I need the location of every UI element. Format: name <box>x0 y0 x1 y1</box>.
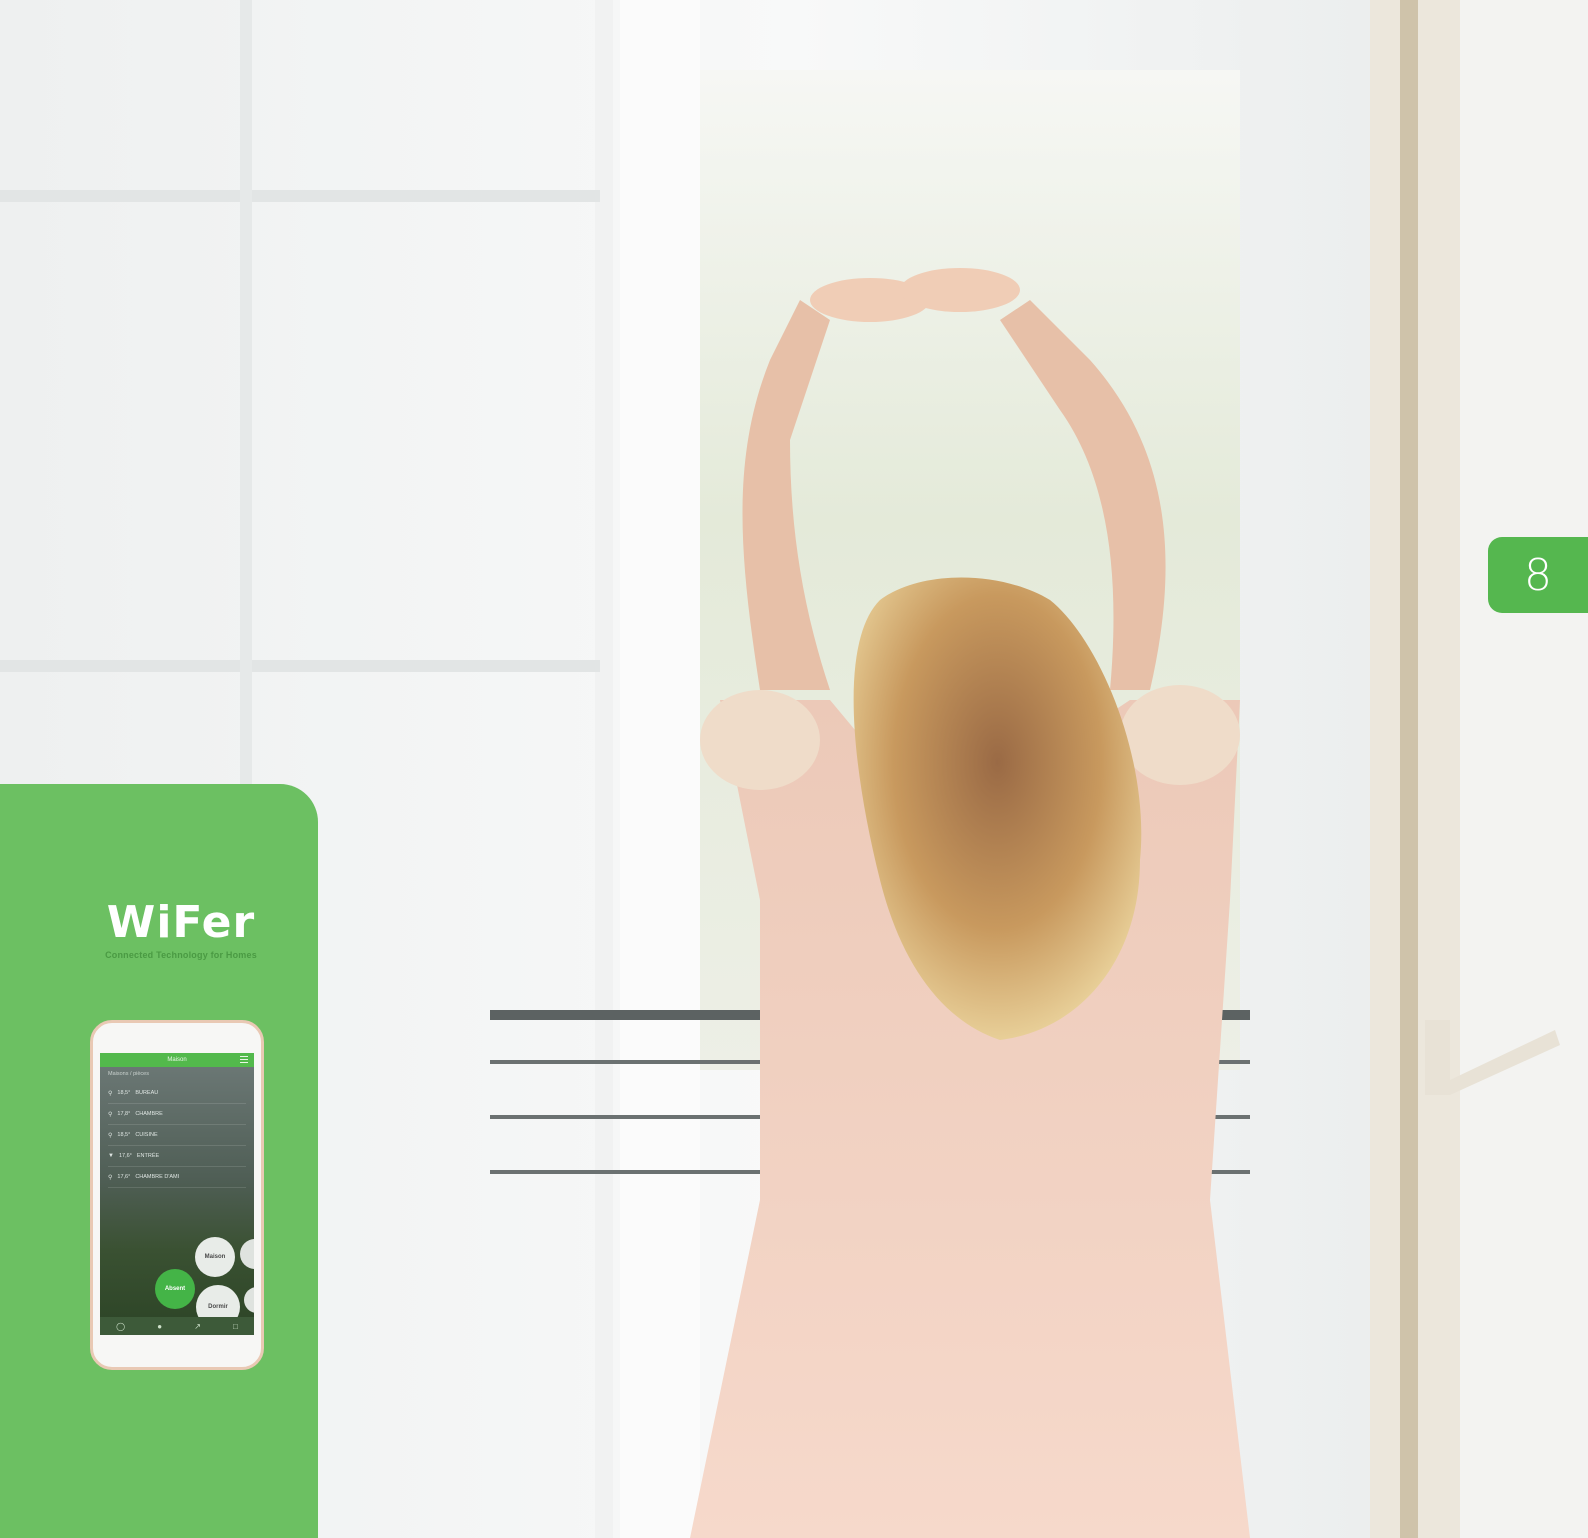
menu-icon <box>240 1056 248 1063</box>
app-header-title: Maison <box>167 1057 187 1063</box>
brand-logo: WiFer Connected Technology for Homes <box>86 897 276 961</box>
mode-maison-button: Maison <box>195 1237 235 1277</box>
list-item: ▼ 17,6° ENTRÉE <box>108 1146 246 1167</box>
page-number-tab: 8 <box>1488 537 1588 613</box>
room-temp: 17,6° <box>117 1174 131 1180</box>
location-pin-icon: ⚲ <box>108 1174 113 1181</box>
room-name: ENTRÉE <box>136 1153 160 1159</box>
room-name: CHAMBRE D'AMI <box>135 1174 180 1180</box>
room-temp: 17,8° <box>117 1111 131 1117</box>
brand-tagline: Connected Technology for Homes <box>105 950 257 960</box>
phone-screen: Maison Maisons / pièces ⚲ 18,5° BUREAU ⚲… <box>100 1053 254 1335</box>
room-name: BUREAU <box>135 1090 159 1096</box>
phone-mockup: Maison Maisons / pièces ⚲ 18,5° BUREAU ⚲… <box>90 1020 264 1370</box>
app-tabbar: ◯ ● ↗ □ <box>100 1317 254 1335</box>
home-icon: ◯ <box>116 1321 126 1331</box>
room-name: CHAMBRE <box>135 1111 163 1117</box>
room-list-heading: Maisons / pièces <box>108 1071 149 1077</box>
location-pin-icon: ▼ <box>108 1153 114 1159</box>
room-list: Maisons / pièces ⚲ 18,5° BUREAU ⚲ 17,8° … <box>100 1067 254 1188</box>
chart-icon: ↗ <box>194 1321 201 1331</box>
page-number: 8 <box>1524 549 1552 601</box>
location-pin-icon: ⚲ <box>108 1090 113 1097</box>
brochure-page: 8 WiFer Connected Technology for Homes M… <box>0 0 1588 1538</box>
room-temp: 18,5° <box>117 1132 131 1138</box>
list-item: ⚲ 17,8° CHAMBRE <box>108 1104 246 1125</box>
list-item: ⚲ 18,5° CUISINE <box>108 1125 246 1146</box>
location-pin-icon: ⚲ <box>108 1111 113 1118</box>
brand-name: WiFer <box>106 897 256 948</box>
document-icon: □ <box>233 1321 238 1331</box>
room-temp: 17,6° <box>118 1153 132 1159</box>
rooms-icon: ● <box>157 1321 163 1331</box>
mode-absent-button: Absent <box>155 1269 195 1309</box>
mode-extra-button <box>240 1239 254 1269</box>
room-temp: 18,5° <box>117 1090 131 1096</box>
list-item: ⚲ 18,5° BUREAU <box>108 1083 246 1104</box>
app-header: Maison <box>100 1053 254 1067</box>
list-item: ⚲ 17,6° CHAMBRE D'AMI <box>108 1167 246 1188</box>
room-name: CUISINE <box>135 1132 158 1138</box>
location-pin-icon: ⚲ <box>108 1132 113 1139</box>
mode-extra-button <box>244 1287 254 1313</box>
